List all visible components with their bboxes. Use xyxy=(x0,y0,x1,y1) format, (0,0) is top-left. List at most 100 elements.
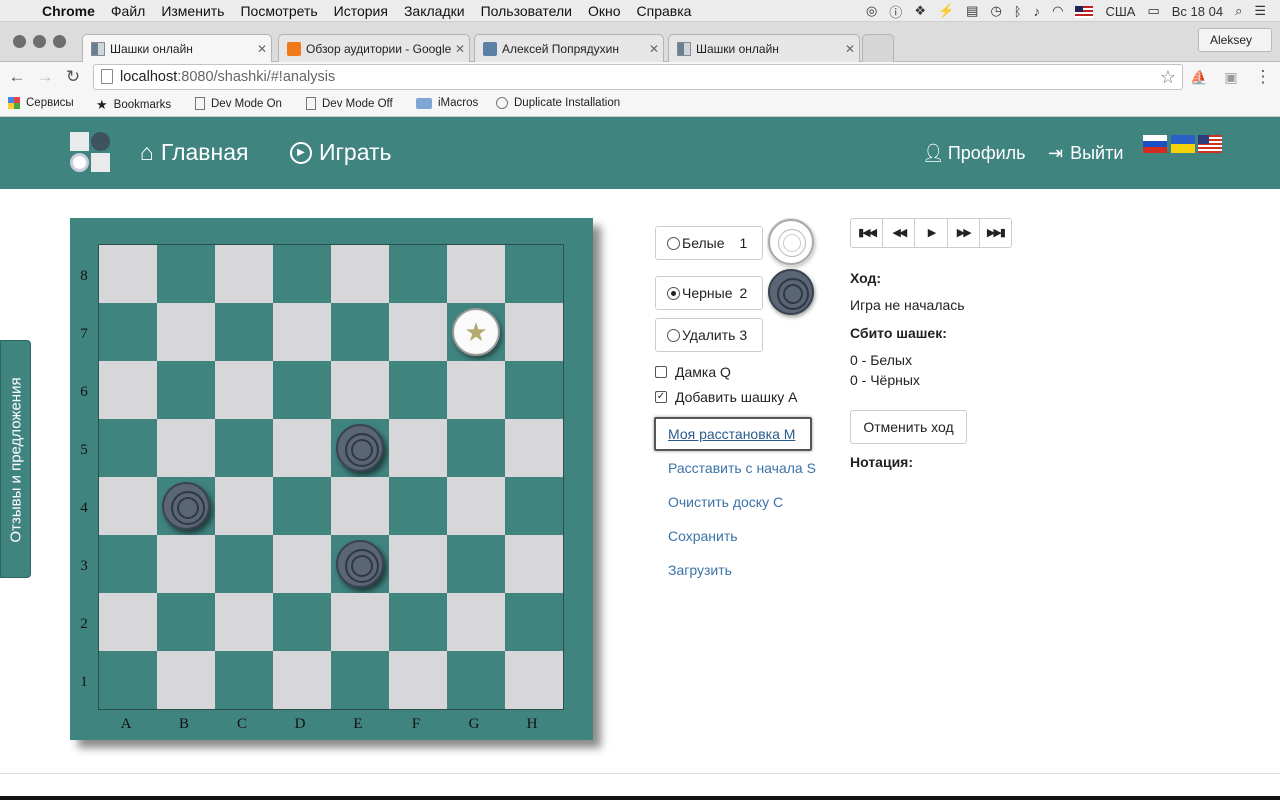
notification-center-icon[interactable]: ☰ xyxy=(1254,3,1266,19)
close-tab-icon[interactable]: ✕ xyxy=(841,42,859,56)
board-square-g1[interactable] xyxy=(447,651,505,709)
creative-cloud-icon[interactable]: ◎ xyxy=(866,3,877,19)
board-square-b7[interactable] xyxy=(157,303,215,361)
board-square-a6[interactable] xyxy=(99,361,157,419)
white-king-piece[interactable]: ★ xyxy=(452,308,500,356)
board-square-c8[interactable] xyxy=(215,245,273,303)
bookmark-dev-on[interactable]: Dev Mode On xyxy=(195,97,282,110)
address-bar[interactable]: localhost:8080/shashki/#!analysis ☆ xyxy=(93,64,1183,90)
save-link[interactable]: Сохранить xyxy=(668,528,738,544)
board-square-e6[interactable] xyxy=(331,361,389,419)
bookmark-bookmarks[interactable]: ★ Bookmarks xyxy=(96,97,171,113)
board-square-d4[interactable] xyxy=(273,477,331,535)
board-square-e8[interactable] xyxy=(331,245,389,303)
minimize-window-icon[interactable] xyxy=(33,35,46,48)
board-square-d8[interactable] xyxy=(273,245,331,303)
board-square-c5[interactable] xyxy=(215,419,273,477)
board-square-a3[interactable] xyxy=(99,535,157,593)
board-square-d3[interactable] xyxy=(273,535,331,593)
menu-window[interactable]: Окно xyxy=(580,3,629,19)
extension-icon[interactable]: ⛵ xyxy=(1188,66,1210,88)
close-tab-icon[interactable]: ✕ xyxy=(451,42,469,56)
clock[interactable]: Вс 18 04 xyxy=(1172,4,1223,19)
menu-help[interactable]: Справка xyxy=(629,3,700,19)
menu-edit[interactable]: Изменить xyxy=(153,3,232,19)
info-icon[interactable]: ⓘ xyxy=(889,2,902,21)
play-icon[interactable]: ▶ xyxy=(915,219,948,247)
board-square-b4[interactable] xyxy=(157,477,215,535)
board-square-c2[interactable] xyxy=(215,593,273,651)
us-flag-icon[interactable] xyxy=(1198,135,1222,153)
black-checker-piece[interactable] xyxy=(162,482,210,530)
first-move-icon[interactable]: ▮◀◀ xyxy=(851,219,884,247)
board-square-f7[interactable] xyxy=(389,303,447,361)
black-checker-piece[interactable] xyxy=(336,424,384,472)
clear-board-link[interactable]: Очистить доску С xyxy=(668,494,783,510)
my-arrangement-link[interactable]: Моя расстановка М xyxy=(668,426,795,442)
board-square-e7[interactable] xyxy=(331,303,389,361)
board-square-h7[interactable] xyxy=(505,303,563,361)
board-square-a2[interactable] xyxy=(99,593,157,651)
board-square-e2[interactable] xyxy=(331,593,389,651)
nav-profile[interactable]: 👤︎ Профиль xyxy=(922,143,1026,164)
dropbox-icon[interactable]: ❖ xyxy=(914,3,926,19)
bookmark-imacros[interactable]: iMacros xyxy=(416,97,478,109)
us-flag-icon[interactable] xyxy=(1075,4,1094,19)
board-square-b2[interactable] xyxy=(157,593,215,651)
ukrainian-flag-icon[interactable] xyxy=(1171,135,1195,153)
forward-arrow-icon[interactable]: → xyxy=(34,66,56,88)
previous-move-icon[interactable]: ◀◀ xyxy=(883,219,916,247)
feedback-tab[interactable]: Отзывы и предложения xyxy=(0,340,31,578)
board-square-g3[interactable] xyxy=(447,535,505,593)
board-square-h8[interactable] xyxy=(505,245,563,303)
board-square-e4[interactable] xyxy=(331,477,389,535)
volume-icon[interactable]: ♪ xyxy=(1034,4,1041,19)
bookmark-star-icon[interactable]: ☆ xyxy=(1160,65,1176,89)
black-piece-radio[interactable]: Черные 2 xyxy=(655,276,763,310)
board-square-g8[interactable] xyxy=(447,245,505,303)
board-square-f5[interactable] xyxy=(389,419,447,477)
bolt-icon[interactable]: ⚡ xyxy=(938,3,954,19)
board-square-f6[interactable] xyxy=(389,361,447,419)
board-square-d6[interactable] xyxy=(273,361,331,419)
menu-icon[interactable]: ⋮ xyxy=(1252,66,1274,88)
time-machine-icon[interactable]: ◷ xyxy=(990,3,1001,19)
bookmark-apps[interactable]: Сервисы xyxy=(8,97,74,109)
app-menu[interactable]: Chrome xyxy=(34,3,103,19)
battery-icon[interactable]: ▭ xyxy=(1147,3,1159,19)
board-square-f2[interactable] xyxy=(389,593,447,651)
remove-piece-radio[interactable]: Удалить 3 xyxy=(655,318,763,352)
menu-bookmarks[interactable]: Закладки xyxy=(396,3,473,19)
board-square-e3[interactable] xyxy=(331,535,389,593)
black-checker-piece[interactable] xyxy=(336,540,384,588)
close-window-icon[interactable] xyxy=(13,35,26,48)
menu-history[interactable]: История xyxy=(326,3,396,19)
board-square-a8[interactable] xyxy=(99,245,157,303)
menu-view[interactable]: Посмотреть xyxy=(232,3,325,19)
nav-home[interactable]: ⌂ Главная xyxy=(140,139,248,166)
bookmark-dev-off[interactable]: Dev Mode Off xyxy=(306,97,393,110)
board-square-g6[interactable] xyxy=(447,361,505,419)
board-square-c1[interactable] xyxy=(215,651,273,709)
board-square-d5[interactable] xyxy=(273,419,331,477)
board-square-e1[interactable] xyxy=(331,651,389,709)
zoom-window-icon[interactable] xyxy=(53,35,66,48)
checkbox-box[interactable] xyxy=(655,366,667,378)
board-square-h6[interactable] xyxy=(505,361,563,419)
close-tab-icon[interactable]: ✕ xyxy=(645,42,663,56)
bluetooth-icon[interactable]: ᛒ xyxy=(1014,4,1022,19)
arrange-start-link[interactable]: Расставить с начала S xyxy=(668,460,816,476)
browser-tab[interactable]: Шашки онлайн ✕ xyxy=(82,34,272,63)
memory-icon[interactable]: ▤ xyxy=(966,3,978,19)
board-square-h5[interactable] xyxy=(505,419,563,477)
bookmark-duplicate[interactable]: Duplicate Installation xyxy=(496,97,620,109)
board-square-a1[interactable] xyxy=(99,651,157,709)
board-square-h1[interactable] xyxy=(505,651,563,709)
board-square-d2[interactable] xyxy=(273,593,331,651)
king-checkbox[interactable]: Дамка Q xyxy=(655,364,731,380)
menu-users[interactable]: Пользователи xyxy=(473,3,580,19)
site-logo[interactable] xyxy=(70,132,110,172)
board-square-c3[interactable] xyxy=(215,535,273,593)
board-square-b5[interactable] xyxy=(157,419,215,477)
board-square-c6[interactable] xyxy=(215,361,273,419)
